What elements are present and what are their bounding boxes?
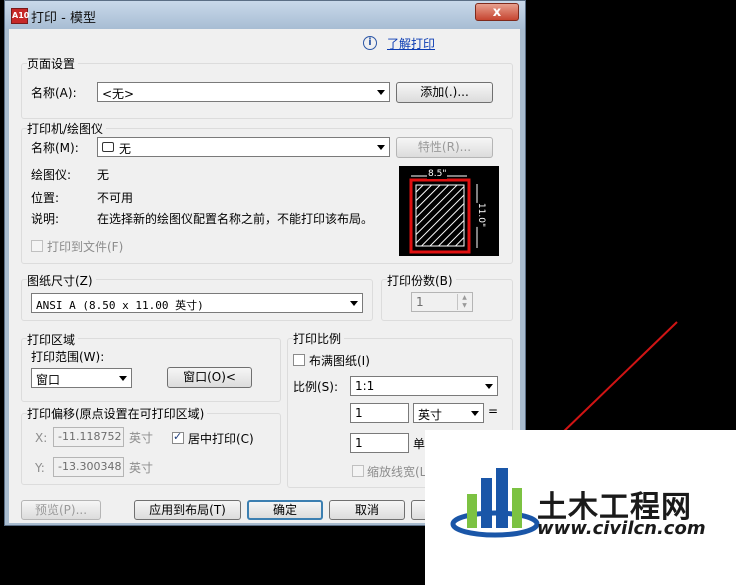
add-page-setup-button[interactable]: 添加(.)...	[396, 82, 493, 103]
offset-x-unit: 英寸	[129, 431, 154, 445]
offset-x-value: -11.118752	[58, 430, 122, 443]
printer-properties-button[interactable]: 特性(R)...	[396, 137, 493, 158]
location-value: 不可用	[97, 191, 134, 205]
print-to-file-label: 打印到文件(F)	[47, 240, 124, 254]
ok-button[interactable]: 确定	[247, 500, 323, 520]
scale-unit-value: 英寸	[418, 408, 443, 422]
page-setup-name-combo[interactable]: <无>	[97, 82, 390, 102]
printer-name-value: 无	[119, 142, 132, 156]
chevron-down-icon	[377, 90, 385, 95]
plot-range-label: 打印范围(W):	[31, 350, 105, 364]
offset-x-field[interactable]: -11.118752	[53, 427, 124, 447]
plotter-value: 无	[97, 168, 110, 182]
fit-to-paper-label: 布满图纸(I)	[309, 354, 370, 368]
copies-title: 打印份数(B)	[387, 272, 456, 289]
center-plot-label: 居中打印(C)	[188, 432, 254, 446]
paper-size-combo[interactable]: ANSI A (8.50 x 11.00 英寸)	[31, 293, 363, 313]
chevron-down-icon	[350, 301, 358, 306]
preview-width-label: 8.5"	[427, 169, 448, 179]
paper-size-title: 图纸尺寸(Z)	[27, 272, 96, 289]
scale-value: 1:1	[355, 379, 375, 393]
watermark-logo: 土木工程网 www.civilcn.com	[425, 430, 736, 585]
description-label: 说明:	[31, 212, 60, 226]
chevron-down-icon	[377, 145, 385, 150]
scale-equals-sign: =	[488, 404, 499, 418]
printer-name-combo[interactable]: 无	[97, 137, 390, 157]
plot-range-combo[interactable]: 窗口	[31, 368, 132, 388]
plot-area-title: 打印区域	[27, 331, 79, 348]
offset-y-field[interactable]: -13.300348	[53, 457, 124, 477]
window-pick-button[interactable]: 窗口(O)<	[167, 367, 252, 388]
printer-title: 打印机/绘图仪	[27, 120, 107, 137]
plot-range-value: 窗口	[36, 373, 61, 387]
chevron-down-icon	[119, 376, 127, 381]
scale-inches-value: 1	[355, 406, 363, 420]
copies-field[interactable]: 1 ▲ ▼	[411, 292, 473, 312]
copies-value: 1	[416, 295, 424, 309]
scale-label: 比例(S):	[293, 380, 339, 394]
offset-y-value: -13.300348	[58, 460, 122, 473]
offset-y-label: Y:	[35, 461, 45, 475]
scale-inches-field[interactable]: 1	[350, 403, 409, 423]
check-mark-icon: ✓	[173, 430, 183, 443]
preview-button[interactable]: 预览(P)...	[21, 500, 101, 520]
center-plot-checkbox[interactable]: ✓	[172, 430, 184, 444]
background-red-line	[559, 321, 678, 436]
scale-unit-combo[interactable]: 英寸	[413, 403, 484, 423]
plot-scale-title: 打印比例	[293, 330, 345, 347]
print-to-file-checkbox[interactable]	[31, 240, 43, 252]
brand-url: www.civilcn.com	[537, 518, 706, 539]
scale-lineweights-label: 缩放线宽(L)	[367, 465, 432, 479]
page-setup-title: 页面设置	[27, 55, 79, 72]
preview-height-label: 11.0"	[476, 202, 487, 228]
printer-icon	[102, 142, 114, 152]
window-title: 打印 - 模型	[31, 11, 96, 26]
page-setup-name-value: <无>	[102, 87, 135, 101]
plotter-label: 绘图仪:	[31, 168, 72, 182]
scale-combo[interactable]: 1:1	[350, 376, 498, 396]
logo-mark	[450, 468, 540, 538]
chevron-down-icon	[485, 384, 493, 389]
plot-offset-title: 打印偏移(原点设置在可打印区域)	[27, 405, 208, 422]
scale-lineweights-checkbox[interactable]	[352, 465, 364, 477]
page-setup-name-label: 名称(A):	[31, 86, 77, 100]
paper-size-value: ANSI A (8.50 x 11.00 英寸)	[36, 299, 204, 312]
close-button[interactable]: x	[475, 3, 519, 21]
offset-y-unit: 英寸	[129, 461, 154, 475]
title-bar[interactable]: A10 打印 - 模型 x	[5, 1, 525, 29]
help-link[interactable]: 了解打印	[387, 35, 435, 52]
paper-preview: 8.5" 11.0"	[399, 166, 499, 256]
offset-x-label: X:	[35, 431, 48, 445]
help-info-icon[interactable]: i	[363, 36, 377, 50]
app-icon: A10	[11, 8, 29, 24]
spinner-up-icon[interactable]: ▲	[457, 294, 471, 302]
fit-to-paper-checkbox[interactable]	[293, 354, 305, 366]
chevron-down-icon	[471, 411, 479, 416]
location-label: 位置:	[31, 191, 60, 205]
scale-units-field[interactable]: 1	[350, 433, 409, 453]
description-value: 在选择新的绘图仪配置名称之前，不能打印该布局。	[97, 212, 374, 226]
cancel-button[interactable]: 取消	[329, 500, 405, 520]
printer-name-label: 名称(M):	[31, 141, 79, 155]
scale-units-value: 1	[355, 436, 363, 450]
apply-to-layout-button[interactable]: 应用到布局(T)	[134, 500, 241, 520]
spinner-down-icon[interactable]: ▼	[457, 302, 471, 310]
